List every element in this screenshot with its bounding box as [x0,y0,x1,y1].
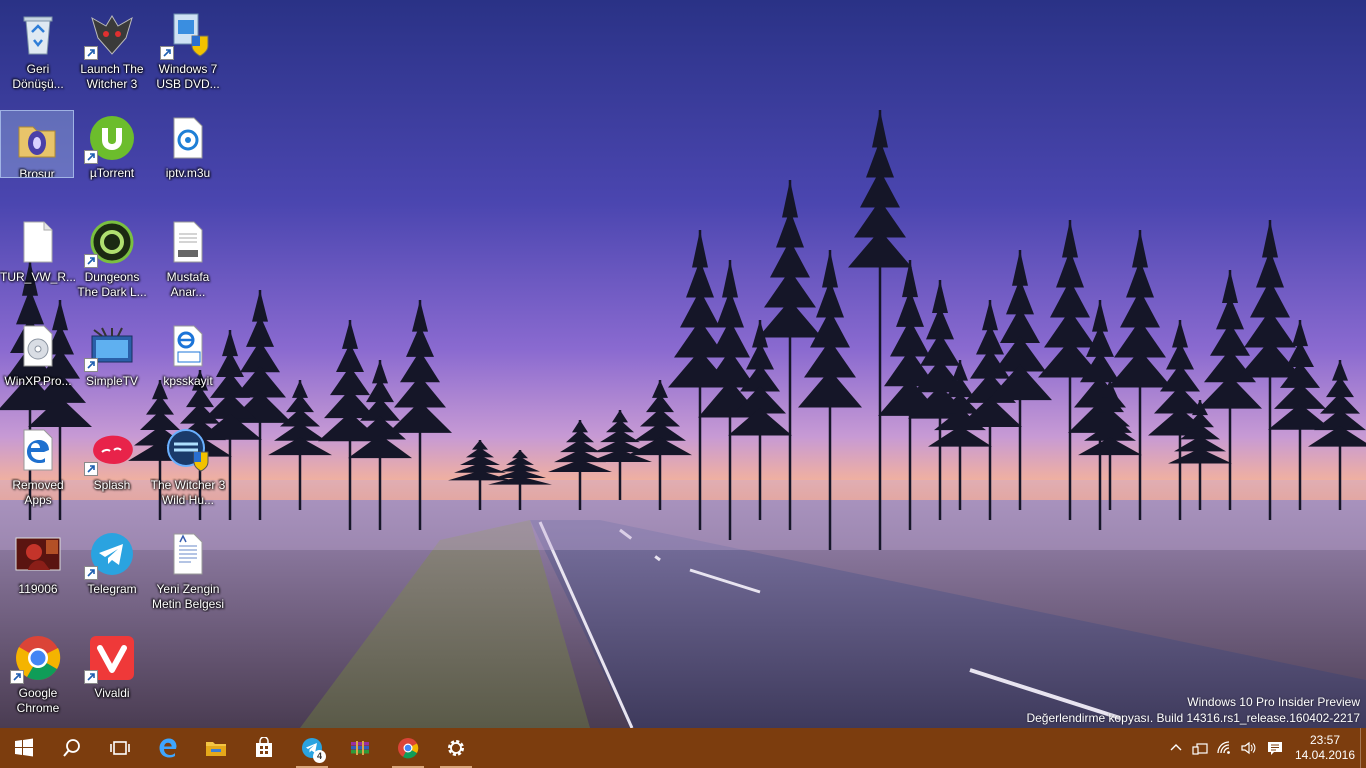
taskbar-file-explorer[interactable] [192,728,240,768]
shortcut-arrow-icon [84,358,98,372]
desktop-icon-simpletv[interactable]: SimpleTV [74,318,150,418]
desktop-icon-telegram[interactable]: Telegram [74,526,150,626]
shortcut-arrow-icon [84,254,98,268]
gear-icon [448,740,464,756]
clock-date: 14.04.2016 [1294,748,1356,762]
witcher-icon [84,10,136,60]
tray-network[interactable] [1212,728,1236,768]
wifi-icon [1217,741,1230,754]
taskbar-settings[interactable] [432,728,480,768]
docx-file-icon [164,218,212,266]
telegram-unread-badge: 4 [313,750,326,763]
tray-volume[interactable] [1236,728,1260,768]
vivaldi-icon [84,634,136,684]
desktop-icon-splash[interactable]: Splash [74,422,150,522]
taskbar-telegram[interactable]: 4 [288,728,336,768]
telegram-icon [84,530,136,580]
desktop-icon-dungeons[interactable]: Dungeons The Dark L... [74,214,150,314]
taskbar-clock[interactable]: 23:57 14.04.2016 [1290,733,1360,763]
chevron-up-icon [1170,744,1182,751]
desktop-icon-vivaldi[interactable]: Vivaldi [74,630,150,730]
tray-overflow-button[interactable] [1164,728,1188,768]
folder-icon [13,115,61,163]
desktop-icon-tur-vw-r[interactable]: TUR_VW_R... [0,214,76,314]
simpletv-icon [84,322,136,372]
shortcut-arrow-icon [84,46,98,60]
desktop-icon-utorrent[interactable]: µTorrent [74,110,150,210]
shortcut-arrow-icon [84,150,98,164]
recycle-bin-icon [14,10,62,58]
trainer-icon [164,426,212,474]
shortcut-arrow-icon [10,670,24,684]
winrar-icon [351,741,369,755]
desktop-icon-google-chrome[interactable]: Google Chrome [0,630,76,730]
windows-build-watermark: Windows 10 Pro Insider Preview Değerlend… [1026,694,1360,726]
task-view-icon [110,741,130,755]
shortcut-arrow-icon [84,462,98,476]
desktop-icon-windows-usb-dvd-tool[interactable]: Windows 7 USB DVD... [150,6,226,106]
desktop-icon-launch-witcher-3[interactable]: Launch The Witcher 3 [74,6,150,106]
chrome-icon [10,634,62,684]
windows-logo-icon [15,738,33,757]
desktop-icon-recycle-bin[interactable]: Geri Dönüşü... [0,6,76,106]
utorrent-icon [84,114,136,164]
desktop-icon-brosur[interactable]: Broşur [0,110,74,178]
system-tray: 23:57 14.04.2016 [1164,728,1366,768]
blank-file-icon [14,218,62,266]
folder-icon [206,742,226,756]
taskbar-chrome[interactable] [384,728,432,768]
tray-tablet-mode[interactable] [1188,728,1212,768]
desktop-icon-mustafa-docx[interactable]: Mustafa Anar... [150,214,226,314]
chrome-icon [398,738,419,759]
watermark-edition: Windows 10 Pro Insider Preview [1187,695,1360,709]
shortcut-arrow-icon [160,46,174,60]
desktop-icon-removed-apps[interactable]: Removed Apps [0,422,76,522]
edge-icon [159,738,177,758]
search-button[interactable] [48,728,96,768]
search-icon [63,739,80,757]
desktop-icon-iptv-m3u[interactable]: iptv.m3u [150,110,226,210]
edge-icon [14,426,62,474]
rtf-document-icon [164,530,212,578]
media-file-icon [164,114,212,162]
store-icon [256,737,272,757]
desktop-icon-winxp-pro[interactable]: WinXP.Pro... [0,318,76,418]
shortcut-arrow-icon [84,566,98,580]
taskbar: 4 23:57 14.04.2016 [0,728,1366,768]
desktop-icon-119006[interactable]: 119006 [0,526,76,626]
desktop-icon-yeni-zengin-metin-belgesi[interactable]: Yeni Zengin Metin Belgesi [150,526,226,626]
windows-usb-tool-icon [160,10,212,60]
shortcut-arrow-icon [84,670,98,684]
pdf-file-icon [164,322,212,370]
start-button[interactable] [0,728,48,768]
clock-time: 23:57 [1309,733,1341,747]
disc-image-icon [14,322,62,370]
tablet-icon [1192,743,1208,755]
taskbar-winrar[interactable] [336,728,384,768]
splash-icon [84,426,136,476]
desktop-icon-kpsskayit[interactable]: kpsskayit [150,318,226,418]
tray-action-center[interactable] [1260,728,1290,768]
image-thumbnail-icon [14,530,62,578]
taskbar-store[interactable] [240,728,288,768]
desktop-icon-witcher-3-trainer[interactable]: The Witcher 3 Wild Hu... [150,422,226,522]
notification-icon [1268,742,1282,755]
speaker-icon [1241,741,1256,755]
dungeons-game-icon [84,218,136,268]
watermark-build: Değerlendirme kopyası. Build 14316.rs1_r… [1026,711,1360,725]
task-view-button[interactable] [96,728,144,768]
show-desktop-button[interactable] [1360,728,1366,768]
taskbar-edge[interactable] [144,728,192,768]
